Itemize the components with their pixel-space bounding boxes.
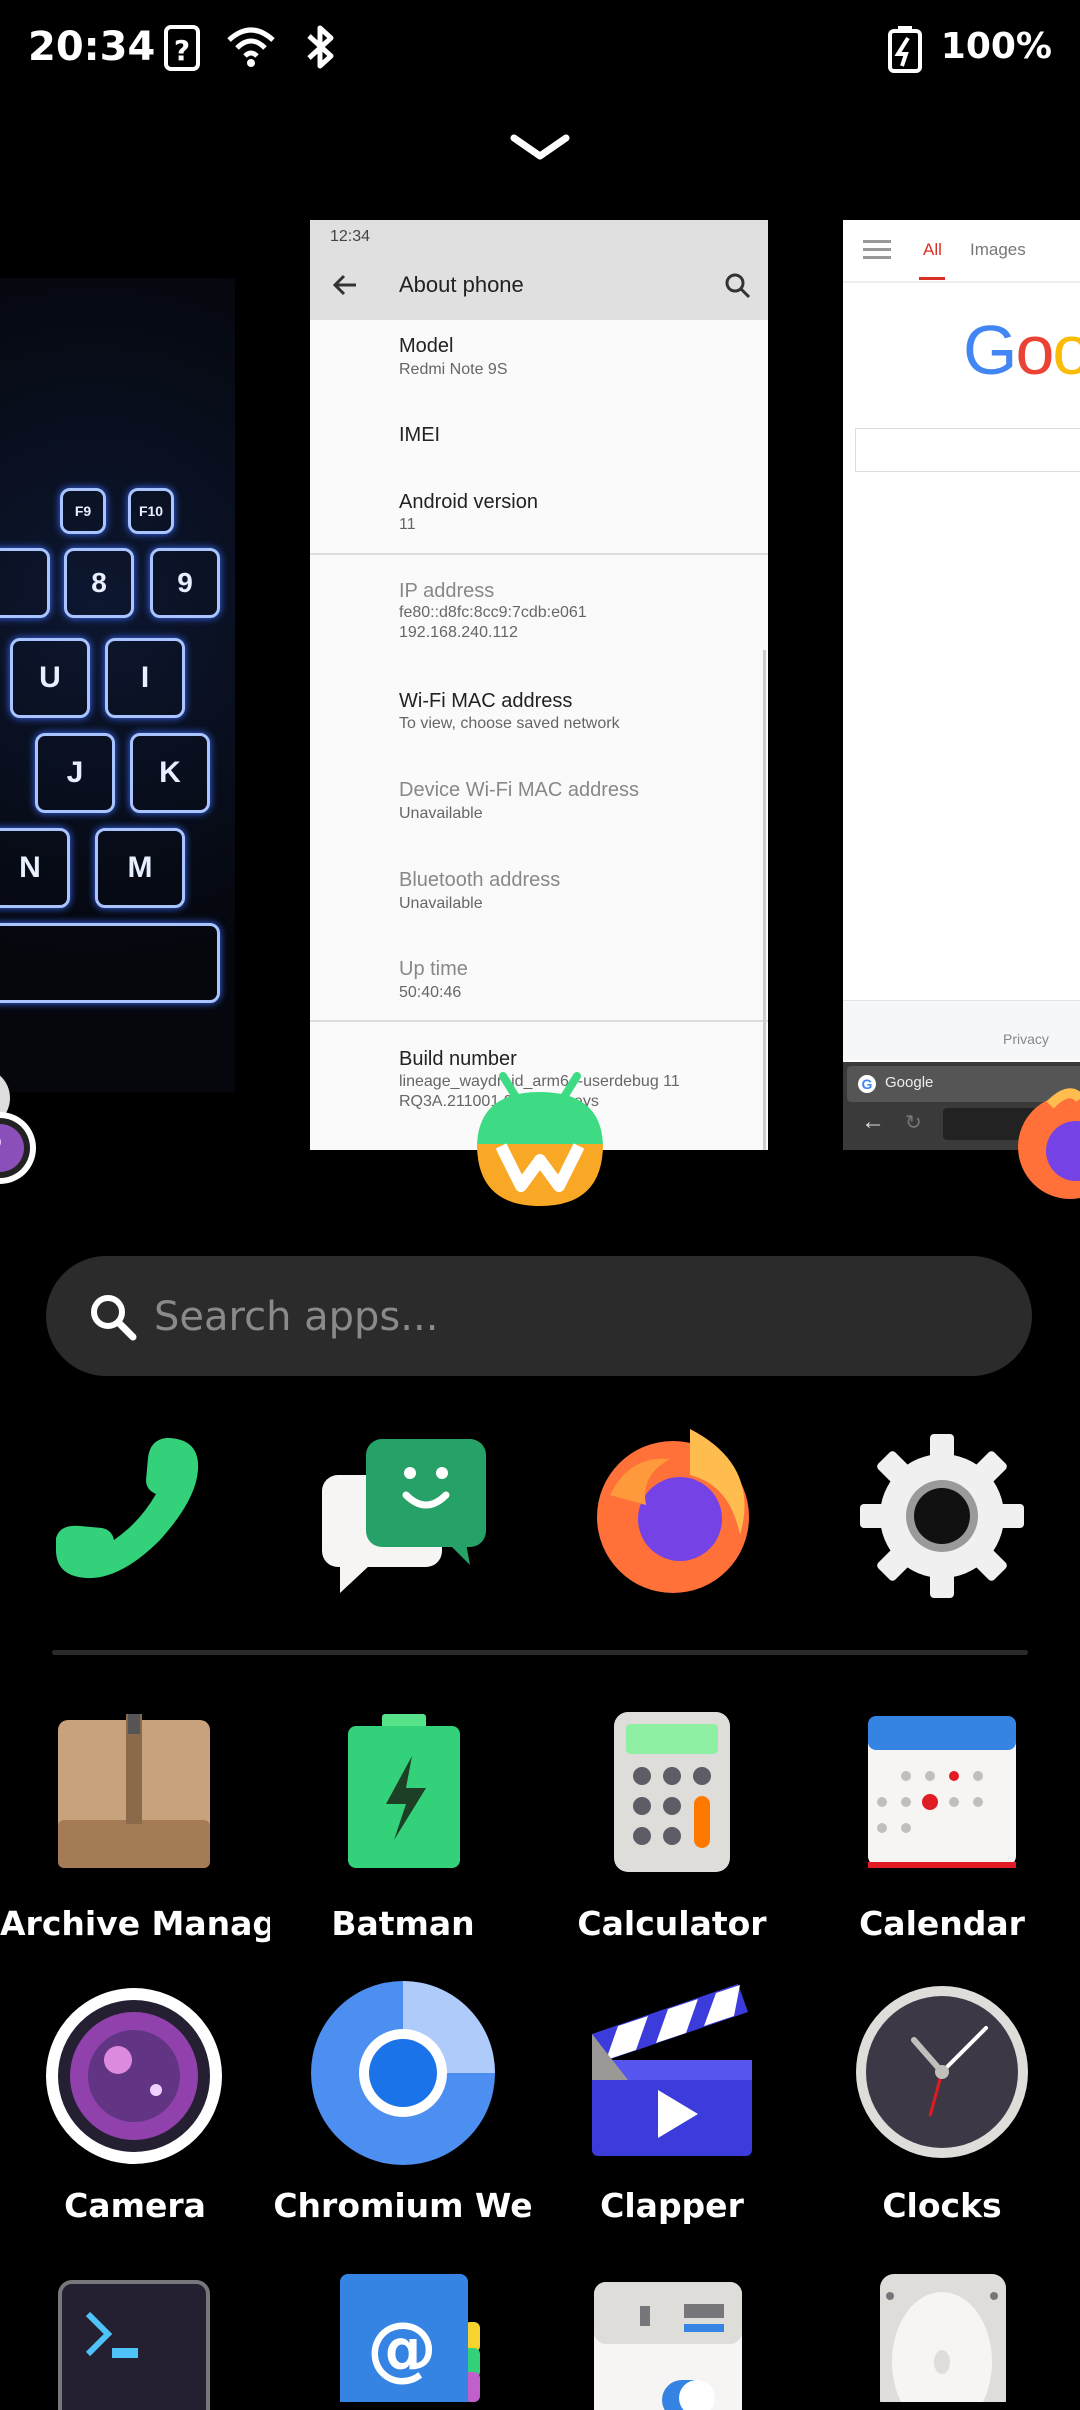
- tab-all[interactable]: All: [923, 240, 942, 260]
- row-title[interactable]: Android version: [399, 491, 538, 514]
- row-value: Redmi Note 9S: [399, 361, 508, 378]
- status-time: 20:34: [28, 24, 156, 70]
- terminal-icon[interactable]: [58, 2280, 210, 2410]
- app-label: Batman: [331, 1904, 475, 1943]
- search-apps-input[interactable]: Search apps...: [46, 1256, 1032, 1376]
- key: M: [95, 828, 185, 908]
- app-label: Chromium We: [273, 2186, 533, 2225]
- archive-manager-icon[interactable]: [56, 1710, 212, 1870]
- key: K: [130, 733, 210, 813]
- disks-icon[interactable]: [878, 2272, 1008, 2402]
- row-title: Device Wi-Fi MAC address: [399, 779, 640, 801]
- dconf-editor-icon[interactable]: [592, 2280, 744, 2410]
- google-logo: Goo: [963, 311, 1080, 389]
- key: [0, 923, 220, 1003]
- key: I: [105, 638, 185, 718]
- bluetooth-icon: [307, 25, 334, 69]
- key: U: [10, 638, 90, 718]
- row-value: 192.168.240.112: [399, 624, 518, 641]
- favorite-phone-icon[interactable]: [50, 1430, 210, 1590]
- tab-images[interactable]: Images: [970, 240, 1026, 260]
- menu-icon[interactable]: [863, 238, 893, 262]
- search-placeholder: Search apps...: [154, 1294, 439, 1340]
- app-label: Calculator: [577, 1904, 767, 1943]
- key: [0, 548, 50, 618]
- back-icon[interactable]: ←: [861, 1108, 885, 1136]
- calendar-icon[interactable]: [866, 1714, 1018, 1870]
- row-value: 50:40:46: [399, 984, 462, 1001]
- recent-app-card-settings[interactable]: 12:34 About phone Model Redmi Note 9S IM…: [310, 220, 768, 1150]
- clapper-icon[interactable]: [588, 1980, 758, 2158]
- key: F10: [128, 488, 174, 534]
- back-arrow-icon[interactable]: [330, 270, 360, 300]
- camera-app-icon[interactable]: [0, 1070, 72, 1210]
- tab-title: Google: [885, 1074, 934, 1091]
- firefox-app-icon[interactable]: [1010, 1085, 1080, 1205]
- row-title: Model: [399, 335, 454, 357]
- search-icon[interactable]: [724, 272, 752, 300]
- row-value: Unavailable: [399, 805, 483, 822]
- row-title: Up time: [399, 958, 468, 980]
- unknown-sim-icon: ?: [164, 25, 200, 71]
- key: F9: [60, 488, 106, 534]
- key: 8: [64, 548, 134, 618]
- row-value: Unavailable: [399, 895, 483, 912]
- footer-link[interactable]: Privacy: [1003, 1031, 1049, 1047]
- calculator-icon[interactable]: [612, 1710, 732, 1874]
- chevron-down-icon[interactable]: [510, 132, 570, 164]
- chromium-icon[interactable]: [310, 1980, 496, 2166]
- app-label: Clocks: [882, 2186, 1002, 2225]
- svg-text:@: @: [367, 2307, 437, 2389]
- contacts-icon[interactable]: @: [338, 2272, 484, 2402]
- card-status-time: 12:34: [330, 228, 371, 245]
- recent-app-card-firefox[interactable]: All Images Goo Privacy G Google ← ↻: [843, 220, 1080, 1150]
- page-title: About phone: [399, 272, 524, 297]
- svg-text:G: G: [862, 1076, 873, 1092]
- camera-icon[interactable]: [44, 1986, 224, 2166]
- divider: [843, 281, 1080, 283]
- search-input[interactable]: [855, 428, 1080, 472]
- row-value: fe80::d8fc:8cc9:7cdb:e061: [399, 604, 587, 621]
- app-bar: [310, 220, 768, 320]
- waydroid-app-icon[interactable]: [473, 1068, 607, 1208]
- row-title[interactable]: Wi-Fi MAC address: [399, 690, 572, 713]
- app-label: Clapper: [600, 2186, 744, 2225]
- battery-charging-icon: [888, 26, 922, 73]
- recent-app-card-photo[interactable]: F9 F10 8 9 U I J K N M: [0, 278, 235, 1092]
- row-title: IP address: [399, 580, 495, 602]
- wifi-icon: [227, 27, 275, 67]
- google-favicon: G: [858, 1075, 876, 1093]
- divider: [310, 1020, 768, 1022]
- status-bar: 20:34 ? 100%: [0, 0, 1080, 100]
- divider: [310, 553, 768, 555]
- row-value: 11: [399, 516, 416, 533]
- favorite-firefox-icon[interactable]: [590, 1425, 756, 1595]
- batman-icon[interactable]: [346, 1712, 462, 1870]
- svg-text:?: ?: [174, 34, 190, 67]
- tab-indicator: [919, 277, 945, 280]
- row-value: To view, choose saved network: [399, 715, 620, 732]
- search-icon: [91, 1295, 137, 1341]
- app-label: Calendar: [859, 1904, 1025, 1943]
- reload-icon[interactable]: ↻: [905, 1110, 922, 1135]
- key: N: [0, 828, 70, 908]
- favorite-settings-icon[interactable]: [856, 1430, 1028, 1602]
- key: 9: [150, 548, 220, 618]
- page-footer: Privacy: [843, 1000, 1080, 1060]
- favorite-chats-icon[interactable]: [320, 1435, 490, 1595]
- app-label: Archive Manag: [0, 1904, 270, 1943]
- key: J: [35, 733, 115, 813]
- favorites-divider: [52, 1650, 1028, 1655]
- scrollbar[interactable]: [763, 650, 766, 1150]
- clocks-icon[interactable]: [854, 1984, 1030, 2160]
- row-title: Bluetooth address: [399, 869, 561, 891]
- app-label: Camera: [64, 2186, 206, 2225]
- battery-percent: 100%: [940, 26, 1052, 67]
- row-title[interactable]: IMEI: [399, 424, 440, 447]
